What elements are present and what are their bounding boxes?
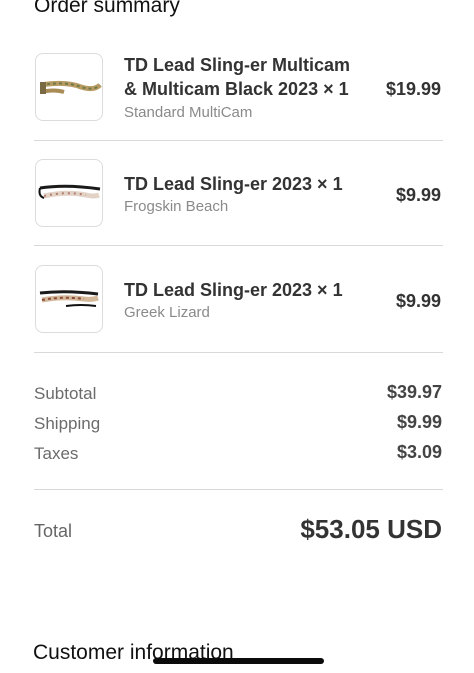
shipping-value: $9.99 [396, 412, 442, 432]
subtotal-label: Subtotal [34, 384, 97, 403]
item-variant: Frogskin Beach [124, 198, 229, 215]
product-thumbnail [35, 159, 103, 227]
item-title: TD Lead Sling-er Multicam & Multicam Bla… [124, 55, 351, 99]
item-title: TD Lead Sling-er 2023 × 1 [124, 280, 343, 300]
taxes-value: $3.09 [396, 442, 442, 462]
subtotal-value: $39.97 [386, 382, 442, 402]
sling-image-icon [39, 290, 99, 307]
item-variant: Standard MultiCam [124, 104, 253, 121]
product-thumbnail [35, 265, 103, 333]
home-indicator[interactable] [153, 658, 324, 664]
item-variant: Greek Lizard [124, 304, 210, 321]
item-price: $9.99 [395, 291, 441, 311]
order-summary-heading: Order summary [34, 0, 180, 17]
divider [34, 245, 443, 246]
divider [34, 352, 443, 353]
item-title: TD Lead Sling-er 2023 × 1 [124, 174, 343, 194]
total-label: Total [34, 521, 73, 541]
sling-image-icon [38, 184, 101, 199]
shipping-label: Shipping [34, 414, 101, 433]
taxes-label: Taxes [34, 444, 79, 463]
item-price: $9.99 [395, 185, 441, 205]
divider [34, 140, 443, 141]
item-price: $19.99 [385, 79, 441, 99]
divider [34, 489, 443, 490]
product-thumbnail [35, 53, 103, 121]
total-value: $53.05 USD [300, 514, 442, 544]
sling-image-icon [40, 80, 102, 94]
